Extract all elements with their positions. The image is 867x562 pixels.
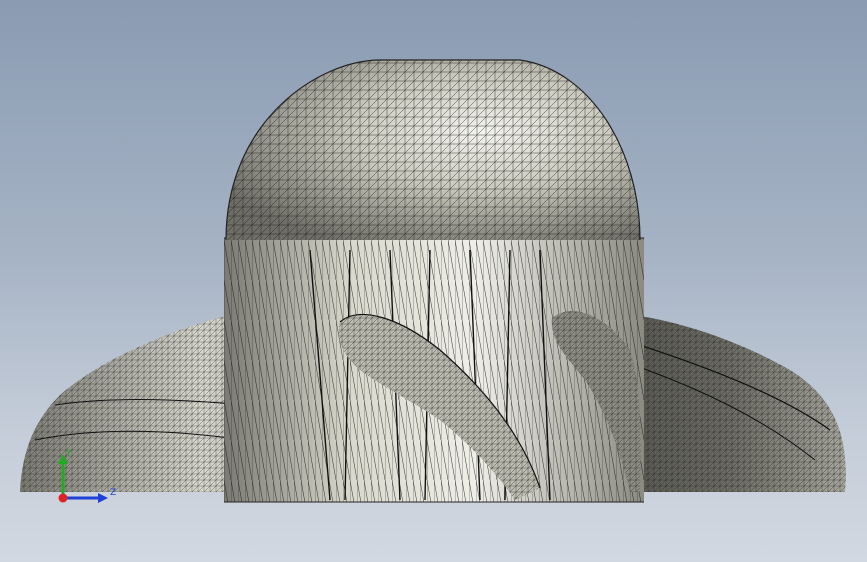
z-axis-label: Z xyxy=(110,488,116,498)
graphics-viewport[interactable]: Y Z xyxy=(0,0,867,562)
impeller-mesh-model[interactable] xyxy=(0,0,867,562)
y-axis-label: Y xyxy=(65,449,72,459)
x-axis-dot xyxy=(58,493,68,503)
orientation-triad: Y Z xyxy=(58,449,116,503)
z-axis-arrow xyxy=(98,493,108,503)
hub-dome xyxy=(225,59,641,241)
